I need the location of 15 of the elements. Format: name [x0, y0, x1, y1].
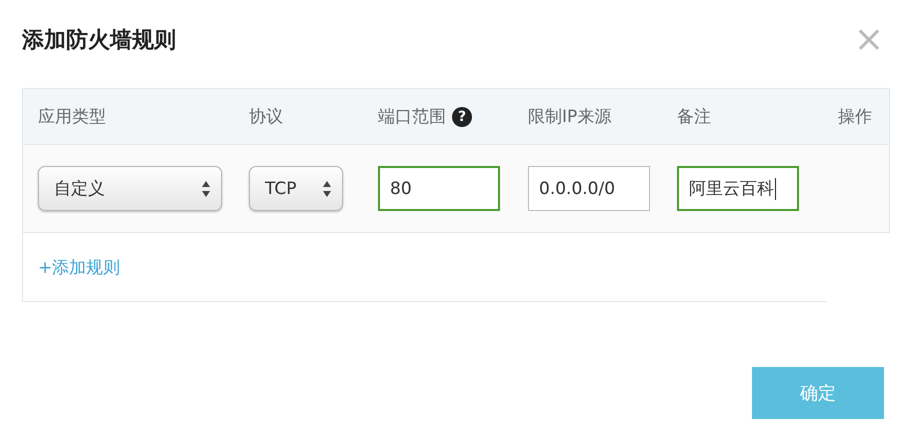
updown-arrows-icon — [322, 180, 332, 198]
help-icon[interactable]: ? — [452, 106, 472, 126]
updown-arrows-icon — [201, 180, 211, 198]
select-field[interactable]: 自定义 — [38, 166, 222, 211]
column-header: 操作 — [838, 106, 872, 128]
input-field[interactable]: 阿里云百科 — [677, 166, 799, 211]
column-header: 备注 — [677, 106, 711, 128]
column-header: 协议 — [249, 106, 283, 128]
column-header: 应用类型 — [38, 106, 106, 128]
column-header: 端口范围 — [378, 106, 446, 128]
column-header: 限制IP来源 — [528, 106, 612, 128]
input-field[interactable]: 0.0.0.0/0 — [528, 166, 650, 211]
select-field[interactable]: TCP — [249, 166, 343, 211]
dialog-title: 添加防火墙规则 — [22, 27, 176, 55]
input-field[interactable]: 80 — [378, 166, 500, 211]
